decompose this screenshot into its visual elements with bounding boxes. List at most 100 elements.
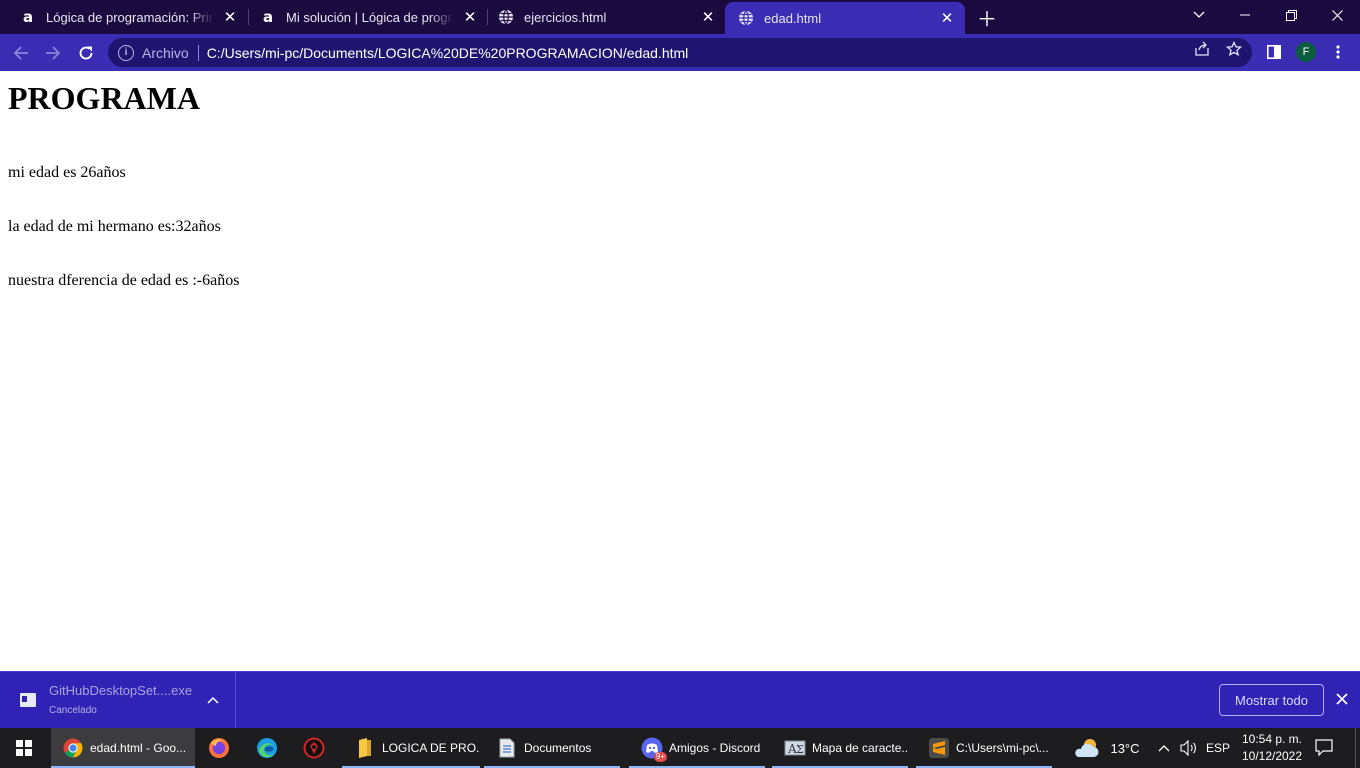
tab-title: ejercicios.html [524,9,607,25]
profile-avatar[interactable]: F [1296,42,1316,62]
speaker-icon [1180,740,1196,756]
download-item[interactable]: GitHubDesktopSet....exe Cancelado [0,672,236,728]
volume-button[interactable] [1178,728,1200,768]
taskbar-app-label: LOGICA DE PRO... [382,741,480,755]
tab-title: Lógica de programación: Primeros pasos [46,9,214,25]
close-icon [1331,9,1343,21]
windows-icon [16,740,32,756]
close-shelf-button[interactable] [1333,690,1351,708]
globe-icon [498,9,514,25]
minimize-button[interactable] [1222,0,1268,30]
star-icon[interactable] [1226,41,1242,57]
tab-mi-solucion[interactable]: a Mi solución | Lógica de programación ✕ [240,0,488,34]
folder-icon [354,737,376,759]
download-status: Cancelado [49,705,97,716]
clock-date: 10/12/2022 [1241,749,1303,763]
menu-icon[interactable] [1328,42,1348,62]
taskbar-app-label: C:\Users\mi-pc\... [956,741,1049,755]
side-panel-icon[interactable] [1264,42,1284,62]
document-icon [496,737,518,759]
info-icon[interactable]: i [118,44,134,61]
weather-widget[interactable]: 13°C [1066,728,1146,768]
taskbar-app-edge[interactable] [245,728,289,768]
arrow-right-icon [46,46,61,60]
alura-icon: a [20,8,36,26]
chat-bubble-icon [1315,739,1333,757]
alura-icon: a [260,8,276,26]
tab-title: Mi solución | Lógica de programación [286,9,454,25]
tab-edad[interactable]: edad.html ✕ [725,2,965,34]
language-indicator[interactable]: ESP [1204,728,1232,768]
chevron-up-icon[interactable] [204,691,222,709]
antivirus-icon [303,737,325,759]
reload-button[interactable] [72,39,100,67]
restore-icon [1285,9,1297,21]
chip-separator [197,44,199,61]
taskbar-app-firefox[interactable] [197,728,241,768]
windows-taskbar: edad.html - Goo... LOGICA DE PRO... Docu… [0,728,1360,768]
brother-age-text: la edad de mi hermano es:32años [8,218,221,235]
close-icon[interactable]: ✕ [698,7,718,27]
discord-icon: 9+ [641,737,667,762]
close-icon[interactable]: ✕ [937,8,957,28]
taskbar-app-antivirus[interactable] [292,728,336,768]
browser-tabstrip: a Lógica de programación: Primeros pasos… [0,0,1360,34]
chevron-down-icon [1193,11,1205,18]
taskbar-app-label: edad.html - Goo... [90,741,187,755]
weather-temperature: 13°C [1110,740,1140,756]
forward-button[interactable] [39,39,67,67]
address-bar[interactable]: i Archivo C:/Users/mi-pc/Documents/LOGIC… [108,38,1252,67]
reload-icon [79,46,93,60]
tab-ejercicios[interactable]: ejercicios.html ✕ [478,0,726,34]
download-file-name: GitHubDesktopSet....exe [49,683,193,698]
show-hidden-icons-button[interactable] [1154,728,1174,768]
taskbar-app-explorer[interactable]: LOGICA DE PRO... [342,728,480,768]
notification-badge: 9+ [653,752,667,762]
close-icon [1336,693,1348,705]
chevron-up-icon [1158,745,1170,752]
file-icon [20,693,36,707]
restore-button[interactable] [1268,0,1314,30]
page-heading: PROGRAMA [8,80,200,116]
tab-search-button[interactable] [1176,0,1222,30]
globe-icon [738,10,754,26]
tab-logica-programacion[interactable]: a Lógica de programación: Primeros pasos… [0,0,248,34]
share-icon[interactable] [1194,41,1210,57]
my-age-text: mi edad es 26años [8,164,126,181]
taskbar-app-discord[interactable]: 9+ Amigos - Discord [629,728,765,768]
age-difference-text: nuestra dferencia de edad es :-6años [8,272,240,289]
show-all-downloads-button[interactable]: Mostrar todo [1219,684,1324,716]
start-button[interactable] [0,728,48,768]
close-icon[interactable]: ✕ [460,7,480,27]
taskbar-app-documents[interactable]: Documentos [484,728,620,768]
browser-toolbar: i Archivo C:/Users/mi-pc/Documents/LOGIC… [0,34,1360,71]
new-tab-button[interactable]: ＋ [976,6,998,31]
minimize-icon [1240,14,1250,16]
taskbar-app-chrome[interactable]: edad.html - Goo... [51,728,195,768]
taskbar-app-character-map[interactable]: AΣ Mapa de caracte... [772,728,908,768]
page-content: PROGRAMA mi edad es 26años la edad de mi… [0,71,1360,671]
download-shelf: GitHubDesktopSet....exe Cancelado Mostra… [0,671,1360,728]
taskbar-app-label: Amigos - Discord [669,741,761,755]
firefox-icon [208,737,230,759]
close-icon[interactable]: ✕ [220,7,240,27]
taskbar-app-label: Documentos [524,741,592,755]
partly-cloudy-icon [1075,739,1099,757]
security-chip[interactable]: Archivo [142,45,189,61]
back-button[interactable] [7,39,35,67]
url-text[interactable]: C:/Users/mi-pc/Documents/LOGICA%20DE%20P… [207,45,689,61]
chrome-icon [62,737,84,759]
taskbar-app-sublime[interactable]: C:\Users\mi-pc\... [916,728,1052,768]
sublime-text-icon [928,737,950,759]
taskbar-app-label: Mapa de caracte... [812,741,908,755]
show-desktop-button[interactable] [1355,728,1356,768]
taskbar-clock[interactable]: 10:54 p. m. 10/12/2022 [1236,731,1308,765]
notification-center-button[interactable] [1314,738,1340,758]
edge-icon [256,737,278,759]
character-map-icon: AΣ [784,737,806,759]
arrow-left-icon [13,46,28,60]
tab-title: edad.html [764,10,822,26]
svg-text:Σ: Σ [796,743,804,756]
close-window-button[interactable] [1314,0,1360,30]
clock-time: 10:54 p. m. [1241,732,1303,746]
